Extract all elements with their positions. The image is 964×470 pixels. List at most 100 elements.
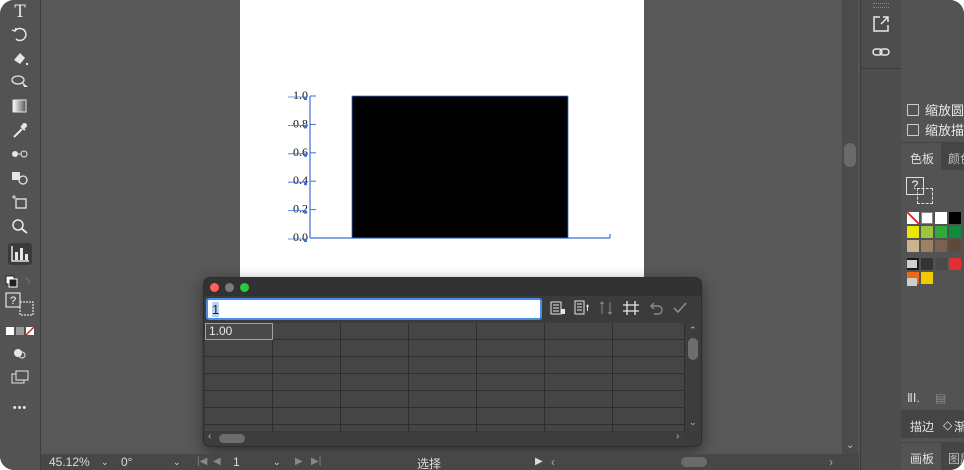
tab-swatches[interactable]: 色板 [910,150,934,167]
gradient-icon[interactable] [8,96,32,116]
eraser-icon[interactable] [8,48,32,68]
first-artboard-icon[interactable]: |◀ [197,456,207,467]
scale-strokes-checkbox[interactable]: 缩放描 [907,120,964,139]
transpose-icon[interactable] [574,300,590,321]
canvas-scroll-thumb[interactable] [844,143,856,167]
swatch[interactable] [907,226,919,238]
grid-horizontal-scrollbar[interactable]: ‹ › [205,431,685,445]
more-tools-button[interactable]: ••• [8,398,32,418]
grid-cell[interactable] [409,323,477,340]
checkbox-box[interactable] [907,123,919,136]
cell-value-input[interactable]: 1 [206,298,542,320]
grid-cell[interactable] [341,357,409,374]
swatch[interactable] [935,226,947,238]
eyedropper-icon[interactable] [8,120,32,140]
swatch[interactable] [935,212,947,224]
grid-cell[interactable] [545,408,613,425]
hscroll-right-icon[interactable]: › [829,455,833,469]
data-grid[interactable]: 1.00 [205,323,685,442]
swatch-stroke-indicator[interactable] [917,188,933,204]
grid-cell[interactable] [273,340,341,357]
rotate-icon[interactable] [8,24,32,44]
grid-cell[interactable] [341,323,409,340]
dialog-titlebar[interactable] [204,278,701,296]
grid-cell[interactable] [613,374,685,391]
grid-cell[interactable] [409,357,477,374]
swatch-registration[interactable] [921,212,933,224]
swatch[interactable] [949,212,961,224]
grid-scroll-left-icon[interactable]: ‹ [208,431,211,442]
swatch[interactable] [907,240,919,252]
grid-cell[interactable] [273,357,341,374]
swatch-group-folder-icon[interactable] [907,278,917,286]
grid-cell[interactable] [613,340,685,357]
grid-cell[interactable]: 1.00 [205,323,273,340]
zoom-dropdown-icon[interactable]: ⌄ [101,457,109,468]
grid-cell[interactable] [205,340,273,357]
grid-cell[interactable] [341,374,409,391]
grid-vertical-scrollbar[interactable]: ⌃ ⌄ [686,323,700,431]
artboard-icon[interactable] [8,192,32,212]
rotation-value[interactable]: 0° [121,455,132,469]
cell-style-icon[interactable] [622,300,640,321]
screen-mode-icon[interactable] [8,367,32,387]
checkbox-box[interactable] [907,103,919,116]
grid-cell[interactable] [545,374,613,391]
tab-stroke[interactable]: 描边 [910,418,934,435]
swatch-options-icon[interactable]: ▤ [935,391,946,405]
zoom-level[interactable]: 45.12% [49,455,90,469]
grid-cell[interactable] [613,391,685,408]
tab-color[interactable]: 颜色 [948,150,964,167]
scale-corners-checkbox[interactable]: 缩放圆 [907,100,964,119]
grid-cell[interactable] [341,408,409,425]
tab-gradient-icon[interactable]: ◇ [943,418,952,432]
minimize-button[interactable] [225,283,234,292]
artboard-dropdown-icon[interactable]: ⌄ [273,457,281,468]
grid-hscroll-thumb[interactable] [219,434,245,443]
swatch[interactable] [935,240,947,252]
grid-cell[interactable] [341,391,409,408]
canvas-vertical-scrollbar[interactable] [842,0,858,454]
grid-cell[interactable] [545,340,613,357]
swatch[interactable] [949,226,961,238]
grid-scroll-right-icon[interactable]: › [676,431,679,442]
swatch[interactable] [935,258,947,270]
grid-cell[interactable] [409,340,477,357]
column-graph-icon[interactable] [8,243,32,265]
grid-cell[interactable] [613,323,685,340]
swatch[interactable] [921,226,933,238]
status-menu-icon[interactable]: ▶ [535,456,543,467]
grid-cell[interactable] [613,357,685,374]
grid-cell[interactable] [545,357,613,374]
tab-artboards[interactable]: 画板 [910,450,934,467]
fill-stroke-indicator-icon[interactable]: ? [4,292,36,320]
next-artboard-icon[interactable]: ▶ [295,456,303,467]
grid-cell[interactable] [205,408,273,425]
grid-cell[interactable] [273,408,341,425]
grid-cell[interactable] [273,391,341,408]
export-icon[interactable] [871,14,891,39]
type-icon[interactable]: T [8,2,32,22]
shape-builder-icon[interactable] [8,168,32,188]
artboard[interactable]: 1.0 0.8 0.6 0.4 0.2 0.0 [240,0,644,278]
grid-cell[interactable] [205,357,273,374]
hscroll-left-icon[interactable]: ‹ [551,455,555,469]
grid-cell[interactable] [273,323,341,340]
swatch[interactable] [949,258,961,270]
color-mode-icon[interactable] [4,324,36,338]
grid-cell[interactable] [477,357,545,374]
grid-cell[interactable] [613,408,685,425]
tab-layers[interactable]: 图层 [948,450,964,467]
swatch-group-folder-icon[interactable] [907,260,917,268]
grid-cell[interactable] [477,323,545,340]
grid-scroll-up-icon[interactable]: ⌃ [689,325,697,336]
last-artboard-icon[interactable]: ▶| [311,456,321,467]
grid-cell[interactable] [545,323,613,340]
lasso-icon[interactable] [8,72,32,92]
grid-cell[interactable] [409,408,477,425]
grid-cell[interactable] [205,374,273,391]
blend-icon[interactable] [8,144,32,164]
fill-stroke-swap-icon[interactable] [4,272,36,292]
zoom-button[interactable] [240,283,249,292]
link-icon[interactable] [871,44,891,65]
